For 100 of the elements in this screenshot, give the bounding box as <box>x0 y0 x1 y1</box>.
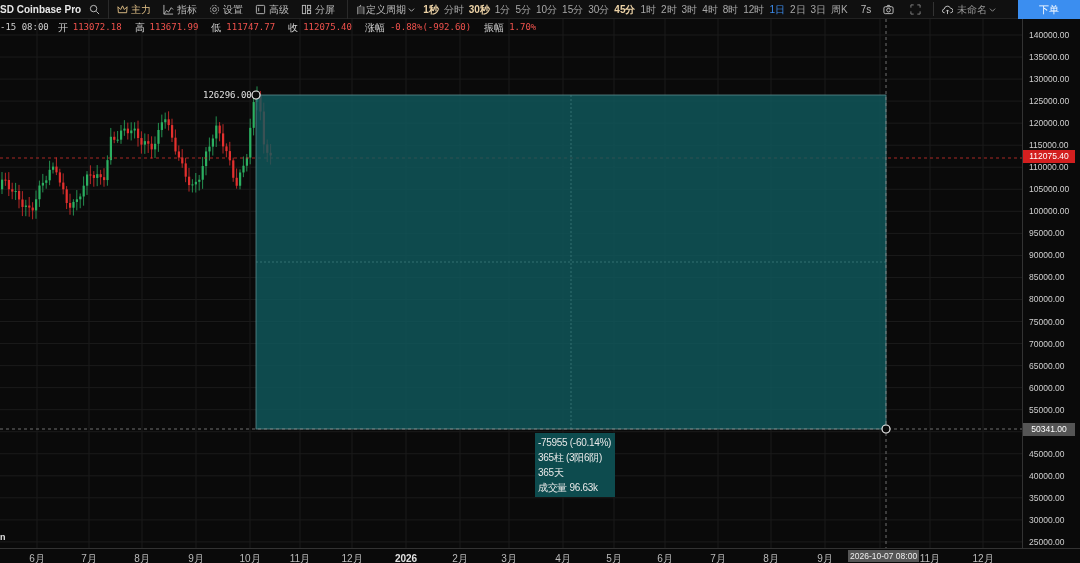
period-tab[interactable]: 2时 <box>661 1 677 17</box>
period-dropdown[interactable]: 自定义周期 <box>356 1 416 17</box>
caret-icon <box>989 5 997 13</box>
period-tab[interactable]: 周K <box>831 1 848 17</box>
caret-icon <box>408 5 416 13</box>
period-tab[interactable]: 3日 <box>810 1 827 17</box>
time-tick: 8月 <box>134 552 150 563</box>
time-tick: 12月 <box>341 552 363 563</box>
period-tab[interactable]: 8时 <box>722 1 739 17</box>
fullscreen-icon[interactable] <box>910 3 922 15</box>
price-tick: 60000.00 <box>1029 382 1065 393</box>
time-tick: 11月 <box>289 552 311 563</box>
field-label: 涨幅 <box>364 21 385 35</box>
price-tick: 135000.00 <box>1029 52 1070 63</box>
cloud-icon[interactable] <box>942 3 954 15</box>
field-value: 113072.18 <box>72 20 122 34</box>
price-tick: 30000.00 <box>1029 514 1065 525</box>
period-tab[interactable]: 45分 <box>614 1 636 17</box>
time-tick: 11月 <box>919 552 941 563</box>
tool-button[interactable]: 设置 <box>223 1 244 17</box>
tooltip-text: 成交量 96.63k <box>538 481 599 495</box>
time-tick: 2月 <box>452 552 468 563</box>
layout-dropdown[interactable]: 未命名 <box>957 1 997 17</box>
time-tick: 9月 <box>188 552 204 563</box>
time-tick: 10月 <box>239 552 261 563</box>
time-tick: 6月 <box>657 552 673 563</box>
tooltip-text: 365柱 (3阳6阴) <box>538 451 603 465</box>
drag-handle <box>251 90 261 100</box>
price-tick: 115000.00 <box>1029 140 1069 151</box>
crosshair-price-label: 50341.00 <box>1023 422 1075 436</box>
field-value: -0.88%(-992.60) <box>389 20 472 34</box>
price-tick: 110000.00 <box>1029 162 1069 173</box>
field-label: 低 <box>211 21 222 35</box>
symbol-name: SD Coinbase Pro <box>0 2 83 17</box>
field-value: 112075.40 <box>303 20 352 34</box>
field-label: 收 <box>288 21 299 35</box>
symbol-text: n <box>0 531 6 544</box>
tool-button[interactable]: 高级 <box>269 1 290 17</box>
price-tick: 100000.00 <box>1029 206 1070 217</box>
price-tick: 65000.00 <box>1029 360 1065 371</box>
price-tick: 70000.00 <box>1029 338 1065 349</box>
period-tab[interactable]: 12时 <box>743 1 765 17</box>
price-tick: 130000.00 <box>1029 74 1070 85</box>
time-tick: 3月 <box>501 552 517 563</box>
tool-button[interactable]: 指标 <box>177 1 198 17</box>
price-tick: 25000.00 <box>1029 536 1065 547</box>
period-tab[interactable]: 30分 <box>588 1 610 17</box>
period-tab[interactable]: 3时 <box>681 1 698 17</box>
field-label: 开 <box>57 21 68 35</box>
price-tick: 35000.00 <box>1029 492 1065 503</box>
price-tick: 95000.00 <box>1029 228 1065 239</box>
field-value: 113671.99 <box>149 20 199 34</box>
period-tab[interactable]: 1日 <box>769 1 785 17</box>
crown-icon[interactable] <box>117 3 129 15</box>
period-tab[interactable]: 1分 <box>494 1 511 17</box>
price-tick: 140000.00 <box>1029 30 1070 40</box>
high-price-label: 126296.00 <box>203 89 252 102</box>
period-tab[interactable]: 30秒 <box>468 1 490 17</box>
time-tick: 5月 <box>606 552 622 563</box>
tool-button[interactable]: 主力 <box>131 1 152 17</box>
price-tick: 105000.00 <box>1029 184 1070 195</box>
search-icon[interactable] <box>89 3 101 15</box>
settings-icon[interactable] <box>209 3 221 15</box>
time-tick: 12月 <box>972 552 994 563</box>
period-tab[interactable]: 2日 <box>789 1 806 17</box>
tool-button[interactable]: 分屏 <box>315 1 336 17</box>
field-value: 1.70% <box>509 20 537 34</box>
time-tick: 2026 <box>394 552 418 563</box>
period-tab[interactable]: 5分 <box>515 1 531 17</box>
price-tick: 55000.00 <box>1029 404 1065 415</box>
time-tick: 7月 <box>81 552 97 563</box>
current-price-label: 112075.40 <box>1023 150 1075 163</box>
field-label: 高 <box>134 21 145 35</box>
price-tick: 75000.00 <box>1029 316 1065 327</box>
time-tick: 7月 <box>710 552 726 563</box>
drag-handle <box>881 424 891 434</box>
price-tick: 85000.00 <box>1029 272 1065 283</box>
crosshair-time-label: 2026-10-07 08:00 <box>848 550 920 562</box>
window-icon[interactable] <box>255 3 267 15</box>
period-tab[interactable]: 4时 <box>702 1 718 17</box>
period-tab[interactable]: 分时 <box>443 1 464 17</box>
split-screen-icon[interactable] <box>301 3 313 15</box>
period-tab[interactable]: 1时 <box>640 1 656 17</box>
period-tab[interactable]: 1秒 <box>423 1 439 17</box>
field-value: 111747.77 <box>226 20 276 34</box>
price-tick: 40000.00 <box>1029 470 1065 481</box>
camera-icon[interactable] <box>883 3 895 15</box>
price-tick: 45000.00 <box>1029 448 1065 459</box>
bar-time: -15 08:00 <box>0 20 49 34</box>
period-tab[interactable]: 10分 <box>535 1 558 17</box>
time-tick: 9月 <box>817 552 833 563</box>
price-tick: 80000.00 <box>1029 294 1065 305</box>
line-chart-icon[interactable] <box>163 3 175 15</box>
time-tick: 4月 <box>555 552 571 563</box>
tooltip-text: 365天 <box>538 466 565 480</box>
replay-speed[interactable]: 7s <box>860 1 872 17</box>
time-tick: 8月 <box>763 552 779 563</box>
price-tick: 90000.00 <box>1029 250 1065 261</box>
time-tick: 6月 <box>29 552 45 563</box>
period-tab[interactable]: 15分 <box>562 1 584 17</box>
